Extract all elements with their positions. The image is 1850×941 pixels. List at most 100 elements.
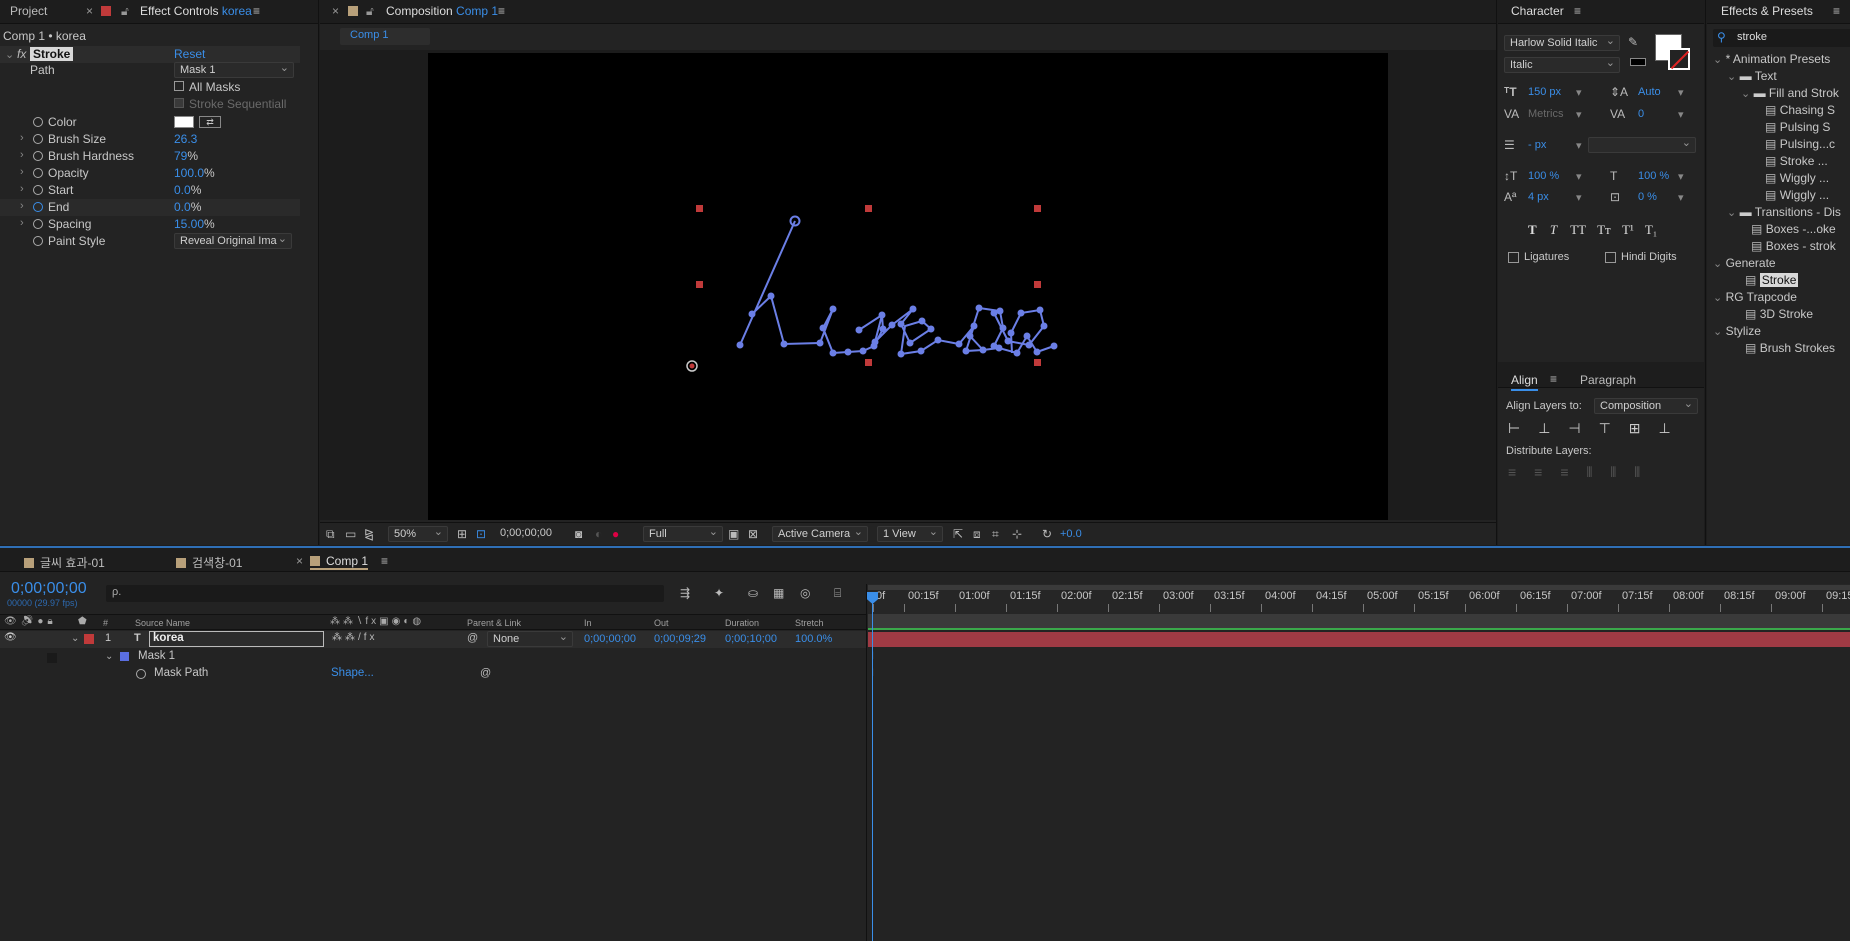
comp-canvas[interactable]: [428, 53, 1388, 520]
path-dropdown[interactable]: Mask 1: [174, 62, 294, 78]
tree-item[interactable]: ▤ Boxes -...oke: [1751, 222, 1836, 239]
resolution-dropdown[interactable]: Full: [643, 526, 723, 542]
tab-paragraph[interactable]: Paragraph: [1580, 373, 1636, 387]
chevron-right-icon[interactable]: ›: [20, 217, 24, 229]
frame-blending-icon[interactable]: ▦: [773, 586, 784, 600]
mask-toggle-icon[interactable]: ⧎: [364, 527, 374, 541]
stopwatch-icon[interactable]: [136, 669, 146, 679]
close-icon[interactable]: ×: [332, 4, 339, 18]
align-to-dropdown[interactable]: Composition: [1594, 398, 1698, 414]
tree-item[interactable]: ▤ Stroke ...: [1765, 154, 1828, 171]
col-out[interactable]: Out: [654, 618, 669, 628]
chevron-right-icon[interactable]: ›: [20, 200, 24, 212]
monitor-icon[interactable]: ▭: [345, 527, 356, 541]
view-layout-dropdown[interactable]: 1 View: [877, 526, 943, 542]
chevron-down-icon[interactable]: ⌄: [71, 633, 79, 644]
tree-item[interactable]: ▤ Boxes - strok: [1751, 239, 1836, 256]
kerning-value[interactable]: Metrics: [1528, 108, 1563, 120]
3d-view-icon[interactable]: ⧈: [973, 527, 981, 542]
pickwhip-icon[interactable]: @: [467, 632, 478, 644]
font-family-dropdown[interactable]: Harlow Solid Italic: [1504, 35, 1620, 51]
panel-menu-icon[interactable]: ≡: [1833, 4, 1840, 18]
tab-character[interactable]: Character: [1511, 4, 1564, 18]
parent-dropdown[interactable]: None: [487, 631, 573, 647]
stopwatch-icon[interactable]: [33, 134, 43, 144]
tree-item[interactable]: ▤ 3D Stroke: [1745, 307, 1813, 324]
layer-duration[interactable]: 0;00;10;00: [725, 633, 777, 645]
all-masks-checkbox[interactable]: [174, 81, 184, 91]
tab-timeline-comp1[interactable]: Comp 1: [310, 554, 369, 570]
lock-icon[interactable]: 🔓︎: [121, 4, 129, 19]
tracking-value[interactable]: 0: [1638, 108, 1644, 120]
timeline-search-input[interactable]: ρ.: [106, 585, 664, 602]
mask-row[interactable]: ⌄ Mask 1: [0, 649, 866, 666]
subscript-button[interactable]: T₁: [1645, 222, 1657, 237]
flowchart-icon[interactable]: ⊹: [1012, 527, 1022, 541]
tab-effects-presets[interactable]: Effects & Presets: [1721, 4, 1813, 18]
exposure-value[interactable]: +0.0: [1060, 528, 1082, 540]
panel-menu-icon[interactable]: ≡: [253, 4, 260, 18]
col-in[interactable]: In: [584, 618, 592, 628]
snapshot-icon[interactable]: ◐: [595, 527, 602, 541]
col-stretch[interactable]: Stretch: [795, 618, 824, 628]
small-caps-button[interactable]: Tт: [1597, 222, 1611, 237]
current-time[interactable]: 0;00;00;00: [500, 527, 552, 539]
faux-italic-button[interactable]: T: [1550, 222, 1557, 237]
camera-icon[interactable]: ◙: [575, 527, 582, 541]
reset-button[interactable]: Reset: [174, 47, 205, 61]
tab-project[interactable]: Project: [10, 4, 47, 18]
effect-name[interactable]: Stroke: [30, 47, 74, 61]
stroke-color-swatch[interactable]: [1668, 48, 1690, 70]
opacity-value[interactable]: 100.0: [174, 166, 204, 180]
comp-subtab[interactable]: Comp 1: [340, 28, 430, 45]
chevron-right-icon[interactable]: ›: [20, 149, 24, 161]
tree-item-selected[interactable]: ▤ Stroke: [1745, 273, 1799, 290]
col-duration[interactable]: Duration: [725, 618, 759, 628]
zoom-dropdown[interactable]: 50%: [388, 526, 448, 542]
leading-value[interactable]: Auto: [1638, 86, 1661, 98]
hindi-digits-checkbox[interactable]: [1605, 252, 1616, 263]
brush-size-value[interactable]: 26.3: [174, 132, 197, 146]
preview-icon[interactable]: ⧉: [326, 527, 335, 542]
font-style-dropdown[interactable]: Italic: [1504, 57, 1620, 73]
color-swatch[interactable]: [174, 116, 194, 128]
camera-dropdown[interactable]: Active Camera: [772, 526, 868, 542]
mask-path-overlay[interactable]: [428, 53, 1388, 520]
timeline-icon[interactable]: ⌗: [992, 527, 999, 542]
motion-blur-icon[interactable]: ◎: [800, 586, 810, 600]
chevron-right-icon[interactable]: ›: [20, 183, 24, 195]
region-icon[interactable]: ⊞: [457, 527, 467, 541]
tab-effect-controls[interactable]: Effect Controls korea: [140, 4, 252, 18]
stopwatch-icon[interactable]: [33, 117, 43, 127]
chevron-down-icon[interactable]: ⌄: [105, 651, 113, 662]
shy-layers-icon[interactable]: ⛀: [748, 586, 758, 600]
view-options-icon[interactable]: ⇱: [953, 527, 963, 541]
layer-name-field[interactable]: korea: [149, 631, 324, 647]
col-source-name[interactable]: Source Name: [135, 618, 190, 628]
brush-hardness-value[interactable]: 79: [174, 149, 187, 163]
layer-label-color[interactable]: [84, 634, 94, 644]
tree-item[interactable]: ▤ Chasing S: [1765, 103, 1835, 120]
horizontal-scale-value[interactable]: 100 %: [1638, 170, 1669, 182]
tree-item[interactable]: ⌄ Stylize: [1713, 324, 1761, 341]
channel-icon[interactable]: ●: [612, 527, 619, 541]
font-size-value[interactable]: 150 px: [1528, 86, 1561, 98]
toggle-mask-icon[interactable]: ⊡: [476, 527, 486, 541]
stopwatch-icon[interactable]: [33, 202, 43, 212]
stopwatch-icon[interactable]: [33, 151, 43, 161]
col-parent[interactable]: Parent & Link: [467, 618, 521, 628]
layer-row[interactable]: 👁︎ ⌄ 1 T korea ⁂⁂/fx @ None 0;00;00;00 0…: [0, 631, 866, 648]
panel-menu-icon[interactable]: ≡: [1550, 372, 1557, 386]
graph-editor-icon[interactable]: ⌸: [834, 586, 841, 601]
tab-timeline-2[interactable]: 검색창-01: [176, 554, 242, 571]
stopwatch-icon[interactable]: [33, 236, 43, 246]
stopwatch-icon[interactable]: [33, 168, 43, 178]
stroke-style-dropdown[interactable]: [1588, 137, 1696, 153]
faux-bold-button[interactable]: T: [1528, 222, 1537, 237]
tree-item[interactable]: ▤ Brush Strokes: [1745, 341, 1835, 358]
chevron-down-icon[interactable]: ⌄: [5, 48, 14, 61]
chevron-right-icon[interactable]: ›: [20, 132, 24, 144]
tree-item[interactable]: ⌄ RG Trapcode: [1713, 290, 1797, 307]
mask-path-row[interactable]: Mask Path Shape... @: [0, 666, 866, 683]
transparency-grid-icon[interactable]: ⊠: [748, 527, 758, 541]
